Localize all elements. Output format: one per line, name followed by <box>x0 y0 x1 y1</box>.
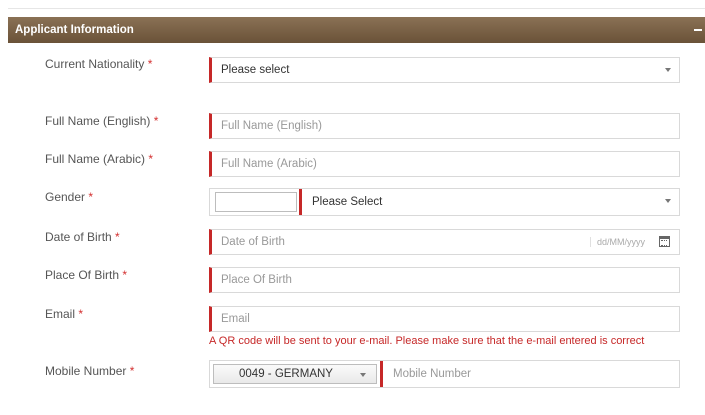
full-name-ar-label: Full Name (Arabic) * <box>45 152 154 166</box>
mobile-label: Mobile Number * <box>45 364 135 378</box>
panel-header[interactable]: Applicant Information <box>8 17 705 43</box>
nationality-label: Current Nationality * <box>45 57 153 71</box>
date-format-hint: dd/MM/yyyy <box>589 237 645 247</box>
dob-field[interactable]: dd/MM/yyyy <box>209 229 680 255</box>
dob-label: Date of Birth * <box>45 230 120 244</box>
chevron-down-icon <box>665 68 671 72</box>
email-warning-text: A QR code will be sent to your e-mail. P… <box>209 335 645 347</box>
collapse-icon[interactable] <box>691 17 705 43</box>
full-name-en-input[interactable] <box>221 114 679 138</box>
dob-input[interactable] <box>221 230 581 254</box>
email-input[interactable] <box>221 307 679 331</box>
top-divider <box>8 8 705 9</box>
gender-select[interactable]: Please Select <box>299 189 679 215</box>
place-of-birth-input[interactable] <box>221 268 679 292</box>
chevron-down-icon <box>360 373 366 377</box>
place-of-birth-field[interactable] <box>209 267 680 293</box>
country-code-select[interactable]: 0049 - GERMANY <box>213 364 377 384</box>
chevron-down-icon <box>665 199 671 203</box>
mobile-input[interactable] <box>393 368 679 380</box>
place-of-birth-label: Place Of Birth * <box>45 268 128 282</box>
mobile-field: 0049 - GERMANY <box>209 360 680 388</box>
full-name-en-label: Full Name (English) * <box>45 114 159 128</box>
full-name-ar-input[interactable] <box>221 152 679 176</box>
full-name-ar-field[interactable] <box>209 151 680 177</box>
gender-label: Gender * <box>45 190 94 204</box>
gender-field: Please Select <box>209 188 680 216</box>
full-name-en-field[interactable] <box>209 113 680 139</box>
calendar-icon[interactable] <box>659 236 670 247</box>
panel-title: Applicant Information <box>15 24 134 36</box>
gender-search-box[interactable] <box>215 192 297 212</box>
email-label: Email * <box>45 307 84 321</box>
mobile-input-wrap <box>380 361 679 387</box>
email-field[interactable] <box>209 306 680 332</box>
nationality-select[interactable]: Please select <box>209 57 680 83</box>
